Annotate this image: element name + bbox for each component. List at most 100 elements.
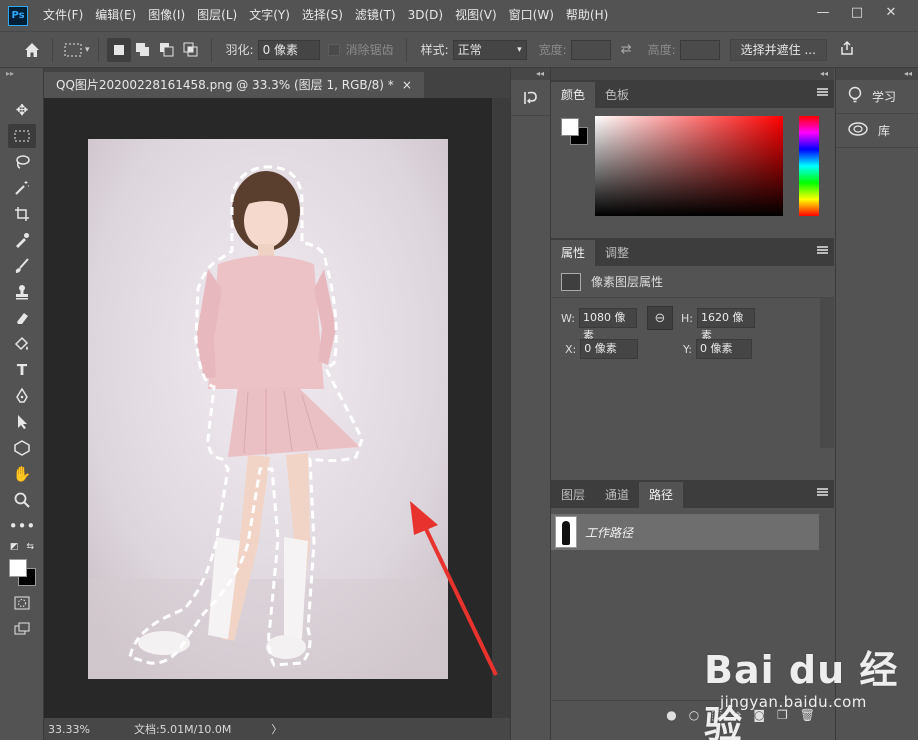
feather-label: 羽化: [225,43,254,57]
home-icon[interactable] [20,38,44,62]
collapse-icon[interactable]: ◂◂ [551,68,834,80]
maximize-button[interactable]: □ [840,3,874,21]
learn-panel-button[interactable]: 学习 [836,80,918,114]
antialias-checkbox[interactable] [327,43,340,56]
tab-adjustments[interactable]: 调整 [595,240,639,266]
fill-path-icon[interactable]: ● [666,708,676,722]
hue-slider[interactable] [799,116,819,216]
color-spectrum-picker[interactable] [595,116,783,216]
intersect-selection-icon[interactable] [179,38,203,62]
eyedropper-tool-icon[interactable] [8,228,36,252]
type-tool-icon[interactable]: T [8,358,36,382]
brush-tool-icon[interactable] [8,254,36,278]
feather-input[interactable]: 0 像素 [257,39,320,60]
screen-mode-icon[interactable] [8,617,36,641]
swap-icon[interactable]: ⇄ [621,42,632,57]
default-colors-icon[interactable]: ◩ ⇆ [8,540,36,554]
tab-properties[interactable]: 属性 [551,240,596,266]
chevron-down-icon: ▾ [517,44,522,55]
height-field[interactable]: 1620 像素 [696,308,755,342]
collapse-icon[interactable]: ▸▸ [0,68,43,80]
height-input[interactable] [679,39,720,60]
style-label: 样式: [420,43,449,57]
properties-title: 像素图层属性 [591,275,664,289]
quick-mask-icon[interactable] [8,591,36,615]
paint-bucket-tool-icon[interactable] [8,332,36,356]
photo-canvas-image[interactable] [88,139,448,679]
x-field[interactable]: 0 像素 [580,339,639,359]
menu-file[interactable]: 文件(F) [37,0,89,31]
style-select[interactable]: 正常 ▾ [452,39,527,60]
color-panel-foreground-chip[interactable] [561,118,579,136]
path-selection-tool-icon[interactable] [8,410,36,434]
color-chips[interactable] [8,556,43,590]
collapse-icon[interactable]: ◂◂ [836,68,918,80]
close-tab-icon[interactable]: × [402,72,412,98]
marquee-preset-icon[interactable] [61,38,85,62]
tab-channels[interactable]: 通道 [595,482,639,508]
tab-color[interactable]: 颜色 [551,82,596,108]
panel-menu-icon[interactable] [817,88,828,96]
menu-edit[interactable]: 编辑(E) [89,0,142,31]
move-tool-icon[interactable]: ✥ [8,98,36,122]
more-tools-icon[interactable]: ••• [8,514,36,538]
collapse-icon[interactable]: ◂◂ [511,68,550,80]
zoom-tool-icon[interactable] [8,488,36,512]
lasso-tool-icon[interactable] [8,150,36,174]
close-window-button[interactable]: ✕ [874,3,908,21]
pen-tool-icon[interactable] [8,384,36,408]
menu-type[interactable]: 文字(Y) [243,0,296,31]
y-field[interactable]: 0 像素 [695,339,752,359]
foreground-color-chip[interactable] [9,559,27,577]
select-and-mask-button[interactable]: 选择并遮住 ... [729,38,827,61]
subtract-selection-icon[interactable] [155,38,179,62]
panel-menu-icon[interactable] [817,488,828,496]
share-icon[interactable] [839,40,855,59]
menu-layer[interactable]: 图层(L) [191,0,243,31]
menu-bar: Ps 文件(F) 编辑(E) 图像(I) 图层(L) 文字(Y) 选择(S) 滤… [0,0,918,31]
crop-tool-icon[interactable] [8,202,36,226]
watermark-url: jingyan.baidu.com [720,693,867,711]
tab-layers[interactable]: 图层 [551,482,595,508]
path-name: 工作路径 [585,525,634,540]
path-thumbnail [555,516,577,548]
rectangular-marquee-tool-icon[interactable] [8,124,36,148]
magic-wand-tool-icon[interactable] [8,176,36,200]
options-bar: ▾ 羽化: 0 像素 消除锯齿 样式: 正常 ▾ 宽度: ⇄ 高度: 选择并遮住 … [0,31,918,68]
panel-menu-icon[interactable] [817,246,828,254]
menu-image[interactable]: 图像(I) [142,0,191,31]
new-selection-icon[interactable] [106,37,131,62]
tab-paths[interactable]: 路径 [639,482,684,508]
add-selection-icon[interactable] [131,38,155,62]
library-panel-button[interactable]: 库 [836,114,918,148]
shape-tool-icon[interactable] [8,436,36,460]
menu-view[interactable]: 视图(V) [449,0,503,31]
y-row: Y: 0 像素 [683,339,752,359]
hand-tool-icon[interactable]: ✋ [8,462,36,486]
document-tab-title: QQ图片20200228161458.png @ 33.3% (图层 1, RG… [56,78,394,92]
menu-select[interactable]: 选择(S) [296,0,349,31]
width-input[interactable] [570,39,611,60]
chevron-down-icon[interactable]: ▾ [85,45,90,55]
clone-stamp-tool-icon[interactable] [8,280,36,304]
eraser-tool-icon[interactable] [8,306,36,330]
tab-swatches[interactable]: 色板 [595,82,639,108]
menu-3d[interactable]: 3D(D) [402,0,449,31]
default-colors-swatch-icon: ◩ [10,542,19,552]
width-field[interactable]: 1080 像素 [578,308,637,342]
document-tab[interactable]: QQ图片20200228161458.png @ 33.3% (图层 1, RG… [44,72,424,98]
menu-window[interactable]: 窗口(W) [503,0,560,31]
antialias-label: 消除锯齿 [345,43,394,57]
minimize-button[interactable]: — [806,3,840,21]
history-icon[interactable] [511,80,550,116]
tools-panel: ▸▸ ✥ T ✋ ••• ◩ ⇆ [0,68,44,740]
menu-filter[interactable]: 滤镜(T) [349,0,402,31]
link-dimensions-icon[interactable]: ⊖ [647,306,673,330]
zoom-level[interactable]: 33.33% [44,723,98,736]
status-menu-arrow[interactable]: 〉 [271,721,282,737]
menu-help[interactable]: 帮助(H) [560,0,614,31]
library-label: 库 [878,124,891,138]
path-list-item[interactable]: 工作路径 [551,514,819,550]
properties-scrollbar[interactable] [820,298,834,448]
stroke-path-icon[interactable]: ○ [689,708,699,722]
